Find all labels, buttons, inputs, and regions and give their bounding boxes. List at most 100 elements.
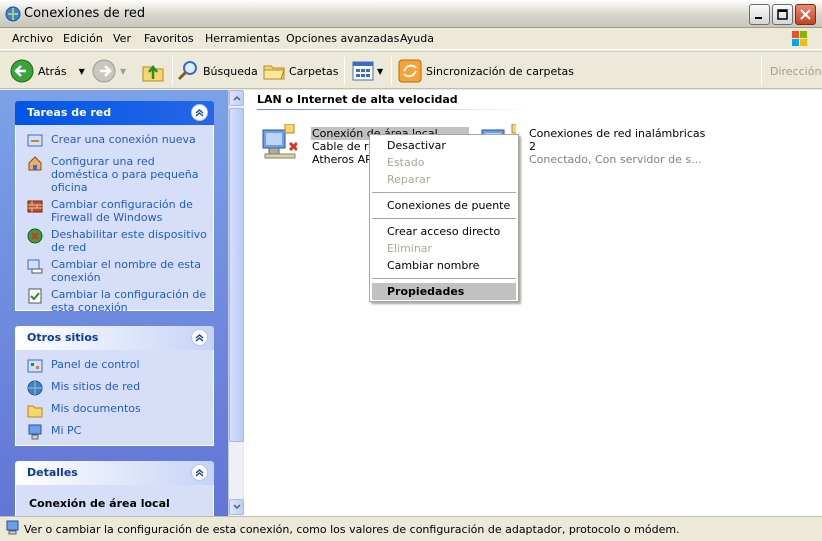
details-panel: Detalles Conexión de área local	[15, 461, 214, 516]
menu-advanced[interactable]: Opciones avanzadas	[286, 32, 399, 45]
task-change-settings[interactable]: Cambiar la configuración de esta conexió…	[16, 288, 213, 314]
back-arrow-icon	[10, 59, 34, 83]
network-places-icon	[27, 380, 43, 396]
network-tasks-panel: Tareas de red Crear una conexión nueva C…	[15, 101, 214, 314]
toolbar-separator	[172, 57, 173, 85]
task-rename[interactable]: Cambiar el nombre de esta conexión	[16, 258, 213, 284]
menu-item-disable[interactable]: Desactivar	[372, 137, 516, 154]
task-pane: Tareas de red Crear una conexión nueva C…	[0, 90, 228, 516]
place-control-panel[interactable]: Panel de control	[16, 358, 213, 376]
task-home-network[interactable]: Configurar una red doméstica o para pequ…	[16, 155, 213, 194]
menu-tools[interactable]: Herramientas	[205, 32, 280, 45]
back-dropdown-icon[interactable]: ▼	[79, 67, 85, 76]
search-button[interactable]: Búsqueda	[177, 52, 258, 90]
collapse-button[interactable]	[191, 329, 208, 346]
menu-separator	[372, 192, 516, 193]
details-header[interactable]: Detalles	[15, 461, 214, 485]
collapse-button[interactable]	[191, 464, 208, 481]
close-icon	[800, 9, 811, 20]
panel-title: Otros sitios	[27, 331, 99, 344]
network-tasks-header[interactable]: Tareas de red	[15, 101, 214, 125]
menu-edit[interactable]: Edición	[63, 32, 103, 45]
forward-button[interactable]: ▼	[92, 52, 126, 90]
status-bar: Ver o cambiar la configuración de esta c…	[0, 516, 822, 541]
task-disable-device[interactable]: Deshabilitar este dispositivo de red	[16, 228, 213, 254]
connection-device: Atheros AR	[312, 153, 373, 166]
back-button[interactable]: Atrás ▼	[10, 52, 85, 90]
menu-item-bridge[interactable]: Conexiones de puente	[372, 197, 516, 214]
windows-logo-icon	[792, 31, 807, 46]
maximize-icon	[777, 9, 788, 20]
chevron-down-icon	[232, 504, 241, 510]
search-label: Búsqueda	[203, 64, 258, 78]
status-text: Ver o cambiar la configuración de esta c…	[24, 523, 680, 536]
menu-help[interactable]: Ayuda	[400, 32, 434, 45]
place-my-documents[interactable]: Mis documentos	[16, 402, 213, 420]
my-documents-icon	[27, 405, 43, 418]
scroll-thumb[interactable]	[229, 108, 244, 442]
chevron-up-icon	[232, 95, 241, 101]
menu-separator	[372, 278, 516, 279]
group-divider	[257, 109, 529, 110]
task-create-connection[interactable]: Crear una conexión nueva	[16, 133, 213, 151]
collapse-button[interactable]	[191, 104, 208, 121]
details-body: Conexión de área local	[15, 485, 214, 516]
search-icon	[177, 61, 197, 81]
sync-label: Sincronización de carpetas	[426, 64, 575, 78]
details-subtitle: Conexión de área local	[29, 497, 170, 510]
chevron-up-icon	[195, 109, 204, 117]
control-panel-icon	[27, 359, 43, 373]
up-folder-button[interactable]	[141, 52, 165, 90]
menu-file[interactable]: Archivo	[12, 32, 53, 45]
vertical-scrollbar[interactable]	[228, 90, 244, 516]
title-bar[interactable]: Conexiones de red	[0, 0, 822, 28]
panel-title: Tareas de red	[27, 106, 112, 119]
up-folder-icon	[142, 64, 164, 82]
menu-favorites[interactable]: Favoritos	[144, 32, 194, 45]
toolbar-separator	[761, 57, 762, 85]
other-places-header[interactable]: Otros sitios	[15, 326, 214, 350]
new-connection-icon	[27, 134, 43, 147]
chevron-up-icon	[195, 469, 204, 477]
menu-item-properties[interactable]: Propiedades	[372, 283, 516, 300]
task-firewall[interactable]: Cambiar configuración de Firewall de Win…	[16, 198, 213, 224]
menu-item-delete[interactable]: Eliminar	[372, 240, 516, 257]
menu-item-create-shortcut[interactable]: Crear acceso directo	[372, 223, 516, 240]
network-connections-icon	[5, 6, 21, 22]
scroll-down-button[interactable]	[229, 499, 244, 515]
home-network-icon	[28, 156, 42, 171]
menu-item-rename[interactable]: Cambiar nombre	[372, 257, 516, 274]
other-places-body: Panel de control Mis sitios de red Mis d…	[15, 350, 214, 446]
content-area: LAN o Internet de alta velocidad Conexió…	[244, 90, 822, 516]
address-label[interactable]: Dirección	[770, 52, 821, 90]
folder-sync-button[interactable]: Sincronización de carpetas	[398, 52, 574, 90]
forward-dropdown-icon[interactable]: ▼	[120, 67, 126, 76]
views-button[interactable]: ▼	[352, 52, 383, 90]
maximize-button[interactable]	[772, 4, 793, 25]
place-network-places[interactable]: Mis sitios de red	[16, 380, 213, 398]
sync-icon	[398, 59, 422, 83]
menu-bar: Archivo Edición Ver Favoritos Herramient…	[0, 28, 822, 50]
menu-separator	[372, 218, 516, 219]
settings-icon	[28, 288, 42, 304]
connection-device: Conectado, Con servidor de s...	[529, 153, 702, 166]
window-title: Conexiones de red	[24, 6, 146, 21]
context-menu: Desactivar Estado Reparar Conexiones de …	[369, 134, 519, 302]
folders-button[interactable]: Carpetas	[263, 52, 338, 90]
folders-label: Carpetas	[289, 64, 339, 78]
menu-item-status[interactable]: Estado	[372, 154, 516, 171]
toolbar: Atrás ▼ ▼ Búsqueda Carpetas ▼ Sincroniza…	[0, 51, 822, 89]
toolbar-separator	[391, 57, 392, 85]
scroll-up-button[interactable]	[229, 90, 244, 106]
network-tasks-body: Crear una conexión nueva Configurar una …	[15, 125, 214, 314]
place-my-computer[interactable]: Mi PC	[16, 424, 213, 442]
menu-view[interactable]: Ver	[113, 32, 131, 45]
close-button[interactable]	[795, 4, 816, 25]
network-status-icon	[6, 520, 19, 535]
forward-arrow-icon	[92, 59, 116, 83]
minimize-button[interactable]	[749, 4, 770, 25]
menu-item-repair[interactable]: Reparar	[372, 171, 516, 188]
rename-icon	[27, 259, 43, 274]
connection-status: Cable de re	[312, 140, 376, 153]
views-dropdown-icon[interactable]: ▼	[377, 67, 383, 76]
